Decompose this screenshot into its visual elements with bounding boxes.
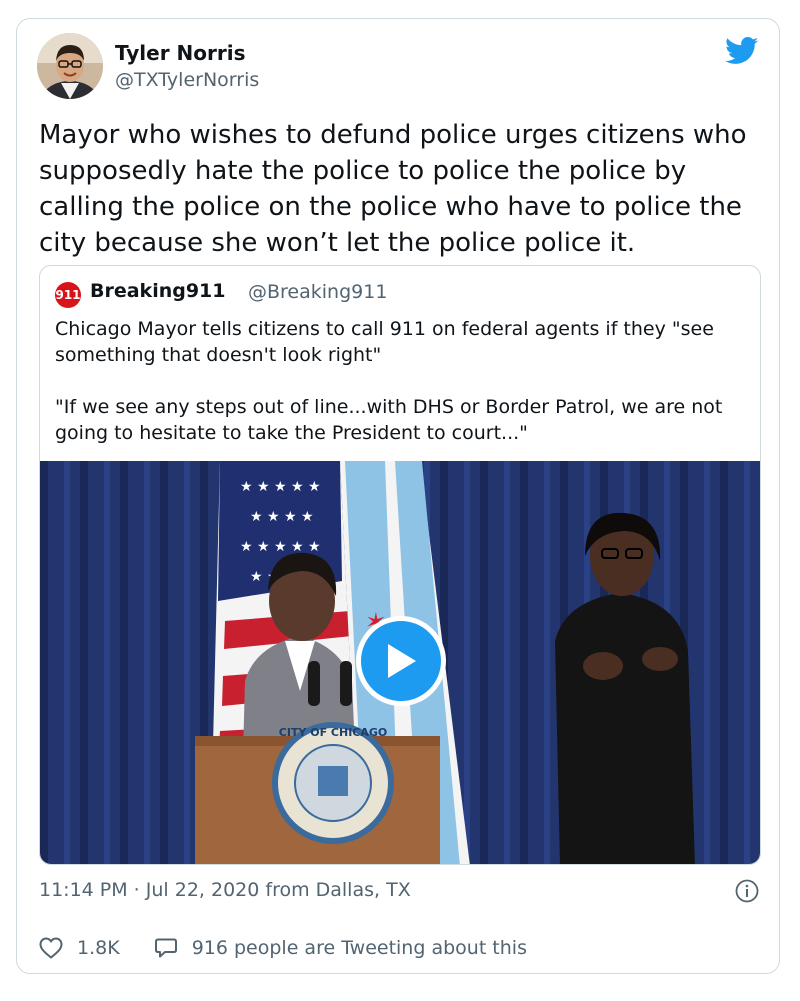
city-seal-text: CITY OF CHICAGO [279, 726, 388, 739]
avatar[interactable] [37, 33, 103, 99]
twitter-bird-icon[interactable] [725, 37, 759, 65]
quoted-tweet-text: Chicago Mayor tells citizens to call 911… [55, 318, 723, 444]
tweeting-count: 916 people are Tweeting about this [191, 937, 527, 959]
tweet-timestamp[interactable]: 11:14 PM · Jul 22, 2020 from Dallas, TX [39, 879, 411, 901]
author-handle[interactable]: @TXTylerNorris [115, 69, 259, 91]
svg-text:★ ★ ★ ★ ★: ★ ★ ★ ★ ★ [240, 479, 321, 495]
like-button[interactable]: 1.8K [39, 937, 120, 959]
tweet-text: Mayor who wishes to defund police urges … [39, 120, 747, 258]
heart-icon [39, 937, 63, 959]
quoted-tweet[interactable]: 911 Breaking911 @Breaking911 Chicago May… [39, 265, 761, 865]
comment-bubble-icon [154, 938, 177, 958]
author-name[interactable]: Tyler Norris [115, 41, 246, 65]
play-button[interactable] [356, 616, 446, 706]
quoted-author-name[interactable]: Breaking911 [90, 280, 226, 302]
play-icon [388, 644, 416, 678]
action-bar: 1.8K 916 people are Tweeting about this [39, 937, 561, 959]
quoted-author-handle[interactable]: @Breaking911 [248, 281, 387, 303]
tweet-card: Tyler Norris @TXTylerNorris Mayor who wi… [16, 18, 780, 974]
svg-text:★ ★ ★ ★: ★ ★ ★ ★ [250, 509, 314, 525]
info-icon[interactable] [735, 879, 759, 903]
like-count: 1.8K [77, 937, 120, 959]
breaking911-logo: 911 [55, 282, 81, 308]
tweeting-link[interactable]: 916 people are Tweeting about this [154, 937, 527, 959]
svg-text:★ ★ ★ ★ ★: ★ ★ ★ ★ ★ [240, 539, 321, 555]
video-thumbnail[interactable]: ★ ★ ★ ★ ★ ★ ★ ★ ★ ★ ★ ★ ★ ★ ★ ★ ★ ★ ✶ [40, 461, 760, 864]
